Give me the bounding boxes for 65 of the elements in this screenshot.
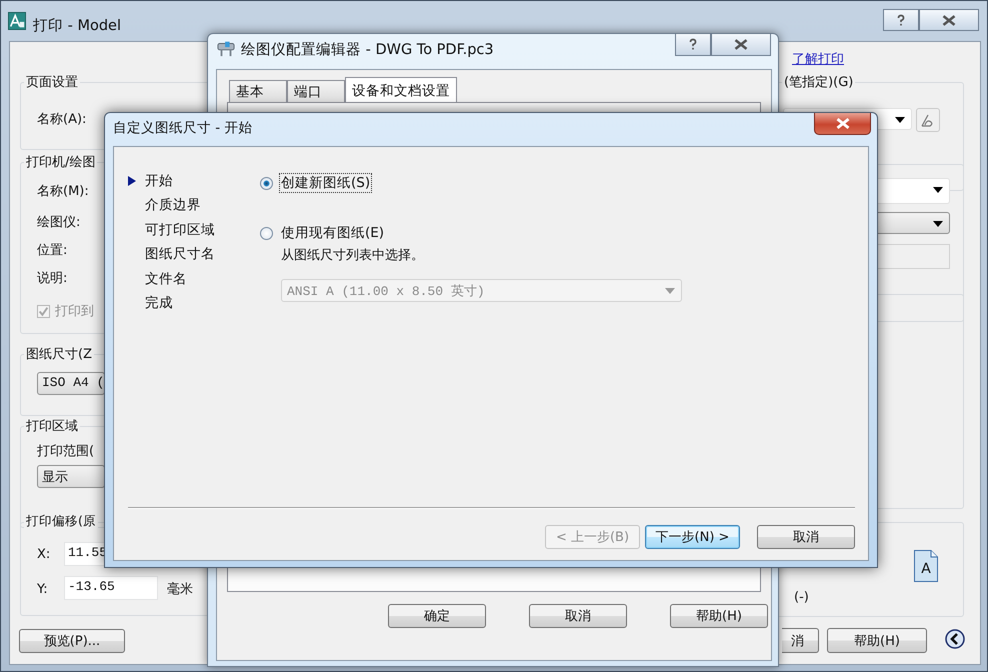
plot-range-dropdown[interactable]: 显示 (37, 465, 105, 488)
plotter-icon (216, 39, 236, 57)
dialog-button[interactable]: 确定 (388, 604, 486, 628)
checkbox-label: 打印到 (55, 303, 94, 320)
dialog-button[interactable]: 帮助(H) (670, 604, 768, 628)
wizard-step: 图纸尺寸名 (145, 245, 215, 264)
cancel-button[interactable]: 消 (782, 628, 819, 653)
help-button[interactable] (675, 34, 711, 56)
wizard-button[interactable]: 下一步(N) > (645, 525, 740, 549)
option-label: (-) (794, 590, 809, 605)
wizard-step: 完成 (145, 294, 173, 312)
preview-button[interactable]: 预览(P)... (19, 629, 125, 653)
radio-button[interactable] (260, 226, 273, 240)
window-title: 绘图仪配置编辑器 - DWG To PDF.pc3 (241, 41, 494, 59)
unit-label: 毫米 (167, 581, 193, 598)
radio-button[interactable] (260, 176, 273, 190)
caret-icon (895, 117, 905, 123)
wizard-step: 开始 (145, 172, 173, 190)
plot-range-label: 打印范围( (37, 443, 94, 460)
close-icon (734, 39, 748, 50)
tab[interactable]: 端口 (287, 80, 345, 103)
help-button[interactable] (883, 9, 919, 31)
edit-button[interactable] (916, 108, 940, 132)
location-label: 位置: (37, 242, 68, 259)
caret-icon (933, 221, 943, 227)
group-label: 页面设置 (24, 73, 80, 91)
dialog-button[interactable]: 取消 (529, 604, 627, 628)
tab[interactable]: 设备和文档设置 (345, 77, 457, 103)
wizard-button[interactable]: 取消 (757, 525, 855, 549)
close-icon (942, 14, 956, 26)
help-button[interactable]: 帮助(H) (827, 628, 927, 653)
group-label: 图纸尺寸(Z (24, 345, 94, 363)
group-label: 打印机/绘图 (24, 153, 98, 171)
caret-icon (665, 288, 675, 294)
name-label: 名称(M): (37, 183, 89, 200)
tab[interactable]: 基本 (229, 80, 287, 103)
close-button[interactable] (711, 34, 771, 56)
collapse-icon[interactable] (945, 629, 965, 649)
question-icon (896, 14, 906, 26)
close-button[interactable] (814, 113, 871, 135)
window-title: 打印 - Model (33, 17, 121, 35)
document-icon: A (914, 550, 938, 582)
wizard-step: 文件名 (145, 270, 187, 288)
wizard-step: 介质边界 (145, 196, 201, 214)
plotter-label: 绘图仪: (37, 214, 80, 231)
description-label: 说明: (37, 270, 68, 287)
window-title: 自定义图纸尺寸 - 开始 (113, 119, 252, 137)
name-label: 名称(A): (37, 111, 86, 128)
group-label: (笔指定)(G) (782, 73, 856, 91)
x-label: X: (37, 547, 50, 562)
app-icon (8, 12, 26, 30)
y-offset-field[interactable]: -13.65 (64, 576, 158, 600)
learn-print-link[interactable]: 了解打印 (792, 50, 844, 68)
radio-label: 创建新图纸(S) (279, 173, 372, 193)
close-icon (836, 118, 850, 129)
group-label: 打印偏移(原 (24, 513, 98, 530)
question-icon (688, 38, 698, 51)
caret-icon (933, 187, 943, 193)
close-button[interactable] (919, 9, 979, 31)
group-label: 打印区域 (24, 417, 80, 435)
hint-text: 从图纸尺寸列表中选择。 (281, 247, 424, 264)
wizard-step: 可打印区域 (145, 220, 215, 239)
y-label: Y: (37, 582, 48, 597)
paper-size-dropdown[interactable]: ISO A4 ( (37, 372, 105, 395)
radio-label: 使用现有图纸(E) (280, 224, 386, 243)
